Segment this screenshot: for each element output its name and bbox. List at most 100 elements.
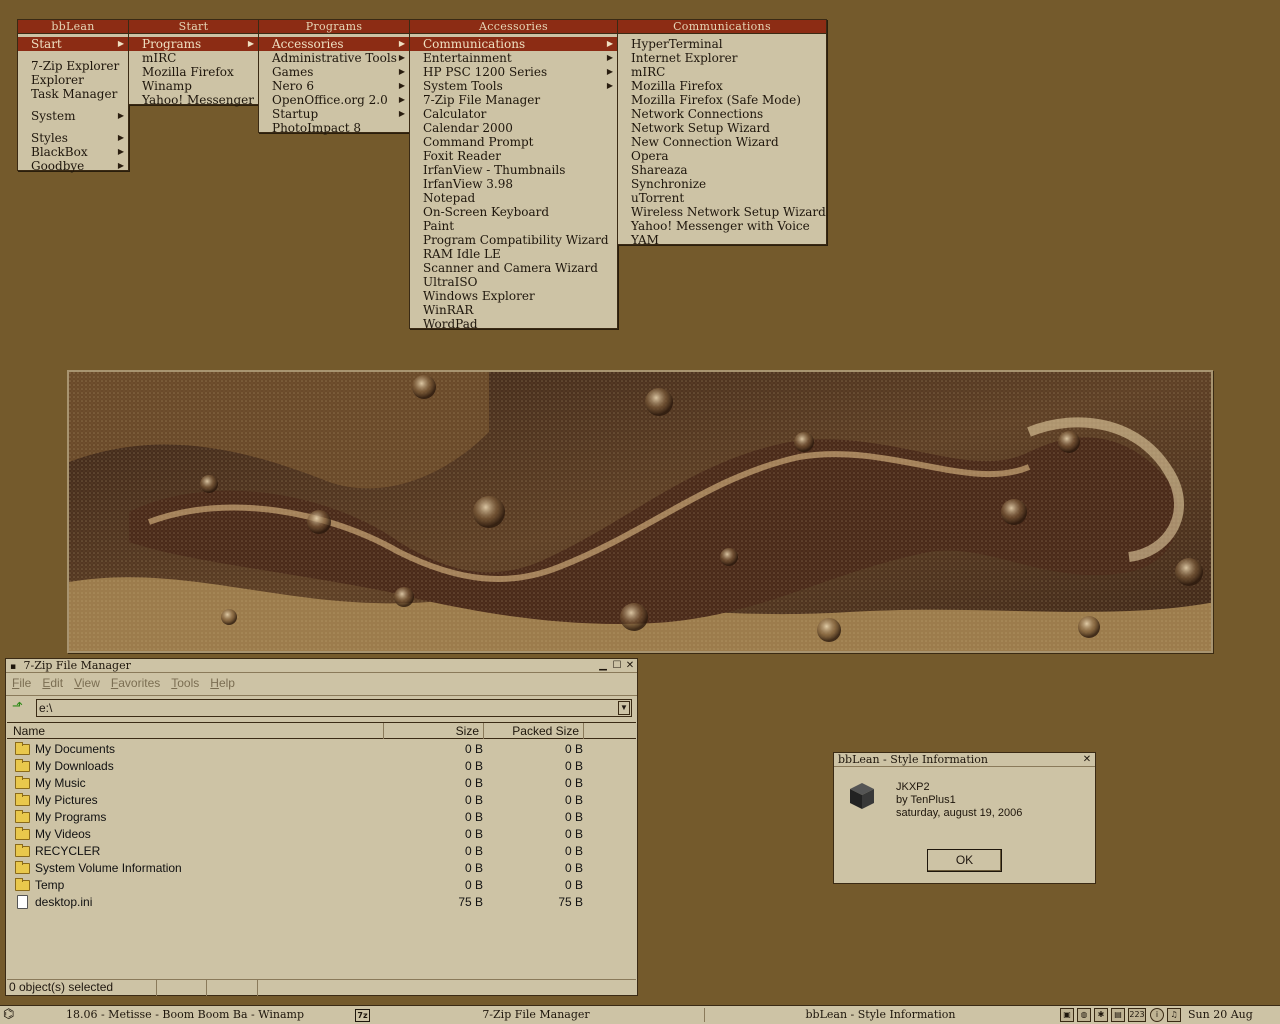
menu-item[interactable]: Startup ▶ — [259, 107, 409, 121]
antivirus-tray-icon[interactable]: ◍ — [1077, 1008, 1091, 1022]
menu-item[interactable]: Entertainment ▶ — [410, 51, 617, 65]
network-tray-icon[interactable]: ▣ — [1060, 1008, 1074, 1022]
column-header-packed-size[interactable]: Packed Size — [484, 723, 584, 739]
menu-item[interactable]: Program Compatibility Wizard — [410, 233, 617, 247]
menu-item[interactable]: Games ▶ — [259, 65, 409, 79]
menu-item[interactable]: RAM Idle LE — [410, 247, 617, 261]
path-combobox[interactable]: e:\ ▼ — [36, 699, 632, 717]
menu-item[interactable]: Nero 6 ▶ — [259, 79, 409, 93]
minimize-icon[interactable]: ▁ — [597, 660, 609, 672]
clock[interactable]: Sun 20 Aug 13:39 — [1188, 1007, 1280, 1024]
clipboard-tray-icon[interactable]: ▤ — [1111, 1008, 1125, 1022]
menu-item[interactable]: Synchronize — [618, 177, 826, 191]
menu-item[interactable]: HyperTerminal — [618, 37, 826, 51]
menubar-item[interactable]: Help — [210, 676, 235, 690]
task-7zip[interactable]: 7-Zip File Manager — [372, 1007, 700, 1023]
menu-item[interactable]: OpenOffice.org 2.0 ▶ — [259, 93, 409, 107]
bblean-icon[interactable]: ⌬ — [3, 1007, 19, 1023]
close-icon[interactable]: ✕ — [624, 660, 636, 672]
filemanager-titlebar[interactable]: ▪ 7-Zip File Manager ▁ ☐ ✕ — [6, 659, 637, 673]
table-row[interactable]: My Documents 0 B 0 B — [13, 741, 583, 758]
menu-item[interactable]: WinRAR — [410, 303, 617, 317]
column-header-size[interactable]: Size — [384, 723, 484, 739]
speaker-tray-icon[interactable]: ♫ — [1167, 1008, 1181, 1022]
menu-item[interactable]: mIRC — [618, 65, 826, 79]
menu-item[interactable]: Paint — [410, 219, 617, 233]
menu-accessories: Accessories Communications ▶ Entertainment ▶… — [409, 19, 618, 331]
menu-item[interactable]: System ▶ — [18, 109, 128, 123]
ok-button[interactable]: OK — [927, 849, 1002, 872]
menu-item[interactable]: Shareaza — [618, 163, 826, 177]
close-icon[interactable]: ✕ — [1081, 754, 1093, 766]
menu-item[interactable]: UltraISO — [410, 275, 617, 289]
menu-item[interactable]: Yahoo! Messenger with Voice — [618, 219, 826, 233]
sevenzip-taskbar-icon[interactable]: 7z — [355, 1009, 370, 1022]
menu-item[interactable]: Communications ▶ — [410, 37, 617, 51]
table-row[interactable]: RECYCLER 0 B 0 B — [13, 843, 583, 860]
menubar-item[interactable]: View — [74, 676, 100, 690]
table-row[interactable]: My Downloads 0 B 0 B — [13, 758, 583, 775]
menu-item[interactable]: Network Connections — [618, 107, 826, 121]
menu-item[interactable]: Command Prompt — [410, 135, 617, 149]
window-menu-icon[interactable]: ▪ — [10, 661, 20, 674]
menu-item[interactable]: Network Setup Wizard — [618, 121, 826, 135]
table-row[interactable]: My Programs 0 B 0 B — [13, 809, 583, 826]
menu-item[interactable]: BlackBox ▶ — [18, 145, 128, 159]
menu-item[interactable]: Mozilla Firefox (Safe Mode) — [618, 93, 826, 107]
menu-item[interactable]: 7-Zip File Manager — [410, 93, 617, 107]
menu-item[interactable]: IrfanView - Thumbnails — [410, 163, 617, 177]
menu-item[interactable]: Styles ▶ — [18, 131, 128, 145]
counter-tray-icon[interactable]: 223 — [1128, 1008, 1146, 1022]
menu-item[interactable]: Programs ▶ — [129, 37, 258, 51]
menu-item[interactable]: Winamp — [129, 79, 258, 93]
menubar-item[interactable]: Tools — [171, 676, 199, 690]
menu-item[interactable]: Task Manager — [18, 87, 128, 101]
menu-item[interactable]: Goodbye ▶ — [18, 159, 128, 173]
table-row[interactable]: My Music 0 B 0 B — [13, 775, 583, 792]
dialog-titlebar[interactable]: bbLean - Style Information ✕ — [834, 753, 1095, 767]
menubar-item[interactable]: File — [12, 676, 31, 690]
maximize-icon[interactable]: ☐ — [611, 660, 623, 672]
menu-item[interactable]: System Tools ▶ — [410, 79, 617, 93]
task-winamp[interactable]: 18.06 - Metisse - Boom Boom Ba - Winamp — [25, 1007, 345, 1023]
menu-item[interactable]: Opera — [618, 149, 826, 163]
menu-item[interactable]: Explorer — [18, 73, 128, 87]
menu-item[interactable]: YAM — [618, 233, 826, 247]
menu-item[interactable]: WordPad — [410, 317, 617, 331]
menu-item[interactable]: Yahoo! Messenger — [129, 93, 258, 107]
menubar-item[interactable]: Favorites — [111, 676, 160, 690]
menu-item[interactable]: 7-Zip Explorer — [18, 59, 128, 73]
info-tray-icon[interactable]: i — [1150, 1008, 1164, 1022]
up-folder-icon[interactable]: ⬏ — [12, 700, 26, 714]
table-row[interactable]: My Pictures 0 B 0 B — [13, 792, 583, 809]
menu-item[interactable]: Mozilla Firefox — [618, 79, 826, 93]
menu-item[interactable]: Mozilla Firefox — [129, 65, 258, 79]
menu-item[interactable]: Notepad — [410, 191, 617, 205]
menu-item[interactable]: Wireless Network Setup Wizard — [618, 205, 826, 219]
chevron-down-icon[interactable]: ▼ — [618, 701, 630, 715]
menu-item[interactable]: Accessories ▶ — [259, 37, 409, 51]
menu-item[interactable]: Administrative Tools ▶ — [259, 51, 409, 65]
table-row[interactable]: desktop.ini 75 B 75 B — [13, 894, 583, 911]
menu-item[interactable]: PhotoImpact 8 — [259, 121, 409, 135]
menu-item[interactable]: Windows Explorer — [410, 289, 617, 303]
menu-item[interactable]: HP PSC 1200 Series ▶ — [410, 65, 617, 79]
tools-tray-icon[interactable]: ✱ — [1094, 1008, 1108, 1022]
menu-item[interactable]: Internet Explorer — [618, 51, 826, 65]
table-row[interactable]: System Volume Information 0 B 0 B — [13, 860, 583, 877]
menu-item[interactable]: IrfanView 3.98 — [410, 177, 617, 191]
column-header-name[interactable]: Name — [7, 723, 384, 739]
menu-item[interactable]: uTorrent — [618, 191, 826, 205]
menubar-item[interactable]: Edit — [42, 676, 63, 690]
table-row[interactable]: My Videos 0 B 0 B — [13, 826, 583, 843]
menu-item[interactable]: Calendar 2000 — [410, 121, 617, 135]
task-style-info[interactable]: bbLean - Style Information — [708, 1007, 1053, 1023]
menu-item[interactable]: New Connection Wizard — [618, 135, 826, 149]
menu-item[interactable]: Start ▶ — [18, 37, 128, 51]
table-row[interactable]: Temp 0 B 0 B — [13, 877, 583, 894]
menu-item[interactable]: On-Screen Keyboard — [410, 205, 617, 219]
menu-item[interactable]: Calculator — [410, 107, 617, 121]
menu-item[interactable]: mIRC — [129, 51, 258, 65]
menu-item[interactable]: Scanner and Camera Wizard — [410, 261, 617, 275]
menu-item[interactable]: Foxit Reader — [410, 149, 617, 163]
